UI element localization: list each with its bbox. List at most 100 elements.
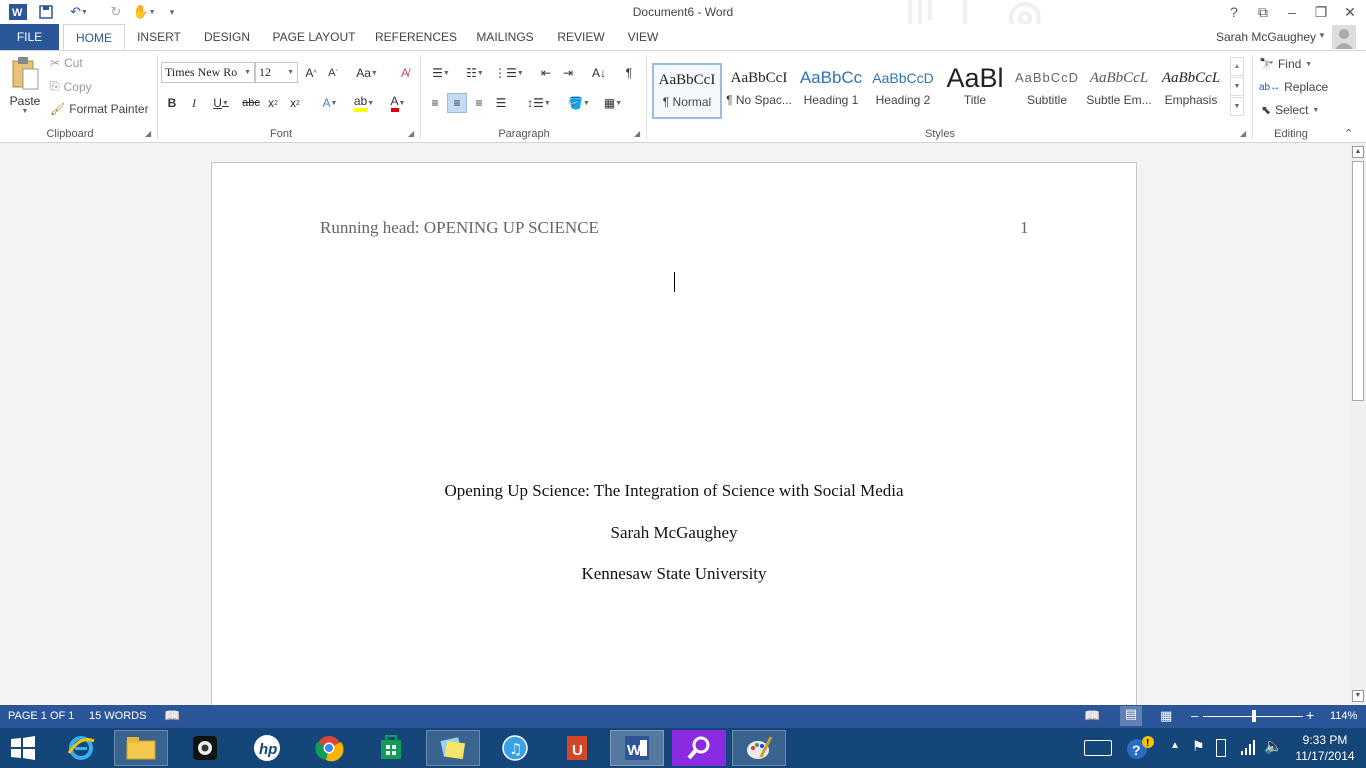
paper-title[interactable]: Opening Up Science: The Integration of S… bbox=[212, 481, 1136, 501]
user-name[interactable]: Sarah McGaughey bbox=[1216, 30, 1316, 44]
select-button[interactable]: ⬉ Select ▼ bbox=[1261, 103, 1319, 117]
tab-page-layout[interactable]: PAGE LAYOUT bbox=[268, 24, 360, 50]
zoom-out-button[interactable]: – bbox=[1191, 708, 1198, 723]
itunes-icon[interactable]: ♫ bbox=[488, 730, 542, 766]
internet-explorer-icon[interactable] bbox=[54, 730, 108, 766]
borders-icon[interactable]: ▦ ▼ bbox=[598, 93, 628, 113]
scroll-down-icon[interactable]: ▼ bbox=[1352, 690, 1364, 702]
styles-scroll-up-icon[interactable]: ▲ bbox=[1230, 57, 1244, 76]
style-emphasis[interactable]: AaBbCcL Emphasis bbox=[1156, 63, 1226, 119]
vertical-scrollbar[interactable]: ▲ ▼ bbox=[1350, 143, 1366, 705]
minimize-button[interactable]: – bbox=[1280, 2, 1304, 22]
avatar[interactable] bbox=[1332, 25, 1356, 49]
search-app-icon[interactable] bbox=[672, 730, 726, 766]
flag-icon[interactable]: ⚑ bbox=[1192, 738, 1205, 755]
strikethrough-icon[interactable]: abc bbox=[241, 93, 261, 113]
user-menu-chevron-icon[interactable]: ▼ bbox=[1318, 31, 1326, 40]
proofing-icon[interactable]: 📖 bbox=[164, 708, 180, 724]
paste-button[interactable]: Paste ▼ bbox=[6, 55, 44, 121]
superscript-icon[interactable]: x2 bbox=[285, 93, 305, 113]
chrome-icon[interactable] bbox=[302, 730, 356, 766]
grow-font-icon[interactable]: A ^ bbox=[301, 63, 321, 83]
italic-icon[interactable]: I bbox=[184, 93, 204, 113]
styles-launcher-icon[interactable]: ◢ bbox=[1240, 129, 1246, 138]
justify-icon[interactable]: ☰ bbox=[491, 93, 511, 113]
text-effects-icon[interactable]: A ▼ bbox=[316, 93, 344, 113]
style-no-spacing[interactable]: AaBbCcI ¶ No Spac... bbox=[724, 63, 794, 119]
font-launcher-icon[interactable]: ◢ bbox=[408, 129, 414, 138]
font-family-combo[interactable]: Times New Ro ▼ bbox=[161, 62, 255, 83]
restore-button[interactable]: ❐ bbox=[1309, 2, 1333, 22]
tab-mailings[interactable]: MAILINGS bbox=[470, 24, 540, 50]
style-title[interactable]: AaBl Title bbox=[940, 63, 1010, 119]
style-heading-2[interactable]: AaBbCcD Heading 2 bbox=[868, 63, 938, 119]
styles-scroll-down-icon[interactable]: ▼ bbox=[1230, 77, 1244, 96]
font-size-combo[interactable]: 12 ▼ bbox=[255, 62, 298, 83]
zoom-slider-thumb[interactable] bbox=[1252, 710, 1256, 722]
align-center-icon[interactable]: ≡ bbox=[447, 93, 467, 113]
scroll-thumb[interactable] bbox=[1352, 161, 1364, 401]
align-left-icon[interactable]: ≡ bbox=[425, 93, 445, 113]
store-icon[interactable] bbox=[364, 730, 418, 766]
paint-icon[interactable] bbox=[732, 730, 786, 766]
underline-icon[interactable]: U ▼ bbox=[206, 93, 236, 113]
style-subtle-emphasis[interactable]: AaBbCcL Subtle Em... bbox=[1084, 63, 1154, 119]
show-hidden-icons-icon[interactable]: ▲ bbox=[1170, 740, 1180, 751]
action-center-icon[interactable]: ?! bbox=[1126, 734, 1156, 762]
running-head[interactable]: Running head: OPENING UP SCIENCE bbox=[320, 218, 599, 238]
line-spacing-icon[interactable]: ↕☰ ▼ bbox=[524, 93, 554, 113]
clipboard-launcher-icon[interactable]: ◢ bbox=[145, 129, 151, 138]
show-formatting-marks-icon[interactable]: ¶ bbox=[619, 63, 639, 83]
multilevel-list-icon[interactable]: ⋮☰ ▼ bbox=[494, 63, 524, 83]
close-button[interactable]: ✕ bbox=[1338, 2, 1362, 22]
hp-icon[interactable]: hp bbox=[240, 730, 294, 766]
page-count[interactable]: PAGE 1 OF 1 bbox=[8, 710, 74, 722]
shading-icon[interactable]: 🪣 ▼ bbox=[564, 93, 594, 113]
clear-formatting-icon[interactable]: A̸ bbox=[395, 63, 415, 83]
tab-view[interactable]: VIEW bbox=[621, 24, 665, 50]
network-icon[interactable] bbox=[1240, 738, 1256, 759]
tab-review[interactable]: REVIEW bbox=[553, 24, 609, 50]
subscript-icon[interactable]: x2 bbox=[263, 93, 283, 113]
styles-more-icon[interactable]: ▼ bbox=[1230, 97, 1244, 116]
word-taskbar-icon[interactable]: W bbox=[610, 730, 664, 766]
tab-insert[interactable]: INSERT bbox=[132, 24, 186, 50]
ribbon-display-options-button[interactable]: ⧉ bbox=[1251, 2, 1275, 22]
change-case-icon[interactable]: Aa ▼ bbox=[353, 63, 381, 83]
style-normal[interactable]: AaBbCcI ¶ Normal bbox=[652, 63, 722, 119]
cut-button[interactable]: ✂ Cut bbox=[50, 56, 83, 70]
start-button[interactable] bbox=[8, 735, 38, 761]
keyboard-icon[interactable] bbox=[1084, 740, 1112, 756]
find-button[interactable]: 🔭 Find ▼ bbox=[1259, 57, 1312, 71]
copy-button[interactable]: ⎘ Copy bbox=[50, 79, 92, 94]
format-painter-button[interactable]: 🖌 Format Painter bbox=[50, 102, 149, 116]
clock-date[interactable]: 11/17/2014 bbox=[1290, 749, 1360, 763]
bullets-icon[interactable]: ☰ ▼ bbox=[426, 63, 456, 83]
collapse-ribbon-icon[interactable]: ⌃ bbox=[1344, 127, 1353, 140]
read-mode-icon[interactable]: 📖 bbox=[1084, 708, 1100, 724]
institution[interactable]: Kennesaw State University bbox=[212, 564, 1136, 584]
author-name[interactable]: Sarah McGaughey bbox=[212, 523, 1136, 543]
help-button[interactable]: ? bbox=[1222, 2, 1246, 22]
highlight-color-icon[interactable]: ab ▼ bbox=[349, 93, 379, 113]
decrease-indent-icon[interactable]: ⇤ bbox=[536, 63, 556, 83]
tab-references[interactable]: REFERENCES bbox=[374, 24, 458, 50]
replace-button[interactable]: ab↔ Replace bbox=[1259, 80, 1328, 94]
word-count[interactable]: 15 WORDS bbox=[89, 710, 146, 722]
style-heading-1[interactable]: AaBbCc Heading 1 bbox=[796, 63, 866, 119]
battery-icon[interactable] bbox=[1216, 739, 1226, 757]
page-number[interactable]: 1 bbox=[1020, 218, 1029, 238]
office-app-icon[interactable]: U bbox=[550, 730, 604, 766]
web-layout-icon[interactable]: ▦ bbox=[1160, 708, 1172, 724]
document-page[interactable]: Running head: OPENING UP SCIENCE 1 Openi… bbox=[211, 162, 1137, 722]
shrink-font-icon[interactable]: Aˇ bbox=[323, 63, 343, 83]
bold-icon[interactable]: B bbox=[162, 93, 182, 113]
zoom-in-button[interactable]: + bbox=[1306, 707, 1314, 723]
numbering-icon[interactable]: ☷ ▼ bbox=[460, 63, 490, 83]
increase-indent-icon[interactable]: ⇥ bbox=[558, 63, 578, 83]
print-layout-icon[interactable]: ▤ bbox=[1120, 706, 1142, 726]
style-subtitle[interactable]: AaBbCcD Subtitle bbox=[1012, 63, 1082, 119]
webcam-app-icon[interactable] bbox=[178, 730, 232, 766]
tab-design[interactable]: DESIGN bbox=[198, 24, 256, 50]
paragraph-launcher-icon[interactable]: ◢ bbox=[634, 129, 640, 138]
